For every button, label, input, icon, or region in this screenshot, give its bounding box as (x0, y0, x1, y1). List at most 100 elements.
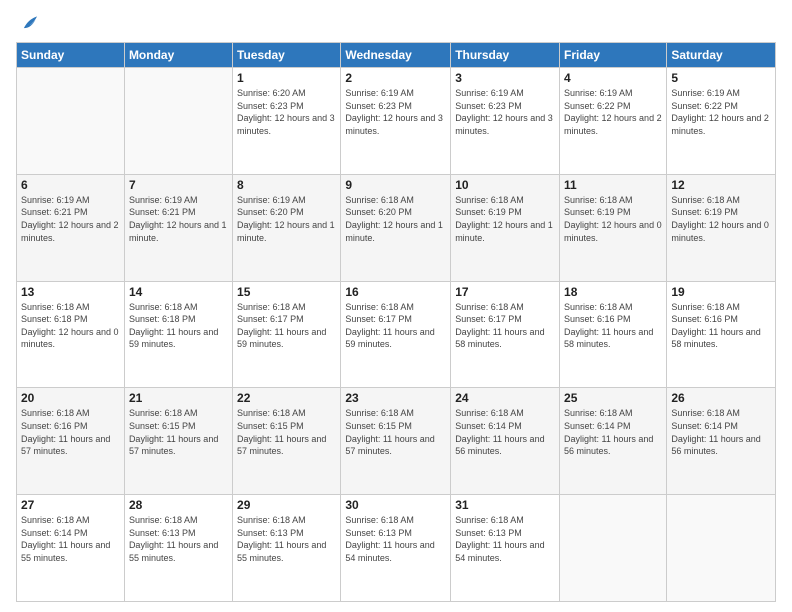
calendar-cell: 16 Sunrise: 6:18 AMSunset: 6:17 PMDayligh… (341, 281, 451, 388)
day-number: 16 (345, 285, 446, 299)
calendar-cell: 29 Sunrise: 6:18 AMSunset: 6:13 PMDayligh… (233, 495, 341, 602)
weekday-saturday: Saturday (667, 43, 776, 68)
calendar-cell: 1 Sunrise: 6:20 AMSunset: 6:23 PMDaylight… (233, 68, 341, 175)
day-number: 6 (21, 178, 120, 192)
week-row-4: 20 Sunrise: 6:18 AMSunset: 6:16 PMDayligh… (17, 388, 776, 495)
day-info: Sunrise: 6:18 AMSunset: 6:14 PMDaylight:… (455, 407, 555, 457)
day-info: Sunrise: 6:18 AMSunset: 6:13 PMDaylight:… (345, 514, 446, 564)
day-info: Sunrise: 6:18 AMSunset: 6:18 PMDaylight:… (21, 301, 120, 351)
calendar-cell: 10 Sunrise: 6:18 AMSunset: 6:19 PMDayligh… (451, 174, 560, 281)
calendar-cell: 3 Sunrise: 6:19 AMSunset: 6:23 PMDaylight… (451, 68, 560, 175)
day-number: 12 (671, 178, 771, 192)
day-number: 10 (455, 178, 555, 192)
calendar-cell: 19Sunrise: 6:18 AMSunset: 6:16 PMDayligh… (667, 281, 776, 388)
day-number: 9 (345, 178, 446, 192)
calendar-cell: 18 Sunrise: 6:18 AMSunset: 6:16 PMDayligh… (560, 281, 667, 388)
day-number: 17 (455, 285, 555, 299)
calendar-cell: 13 Sunrise: 6:18 AMSunset: 6:18 PMDayligh… (17, 281, 125, 388)
day-number: 11 (564, 178, 662, 192)
calendar-cell (124, 68, 232, 175)
day-info: Sunrise: 6:19 AMSunset: 6:21 PMDaylight:… (21, 194, 120, 244)
day-number: 18 (564, 285, 662, 299)
weekday-friday: Friday (560, 43, 667, 68)
calendar-cell: 27 Sunrise: 6:18 AMSunset: 6:14 PMDayligh… (17, 495, 125, 602)
logo (16, 12, 40, 34)
day-info: Sunrise: 6:18 AMSunset: 6:17 PMDaylight:… (345, 301, 446, 351)
day-info: Sunrise: 6:18 AMSunset: 6:13 PMDaylight:… (129, 514, 228, 564)
day-info: Sunrise: 6:19 AMSunset: 6:21 PMDaylight:… (129, 194, 228, 244)
day-info: Sunrise: 6:18 AMSunset: 6:16 PMDaylight:… (564, 301, 662, 351)
calendar-cell: 2Sunrise: 6:19 AMSunset: 6:23 PMDaylight… (341, 68, 451, 175)
day-info: Sunrise: 6:19 AMSunset: 6:20 PMDaylight:… (237, 194, 336, 244)
calendar-cell: 9 Sunrise: 6:18 AMSunset: 6:20 PMDaylight… (341, 174, 451, 281)
day-number: 7 (129, 178, 228, 192)
day-info: Sunrise: 6:18 AMSunset: 6:19 PMDaylight:… (671, 194, 771, 244)
day-number: 1 (237, 71, 336, 85)
calendar-cell: 11 Sunrise: 6:18 AMSunset: 6:19 PMDayligh… (560, 174, 667, 281)
calendar-cell (17, 68, 125, 175)
day-number: 22 (237, 391, 336, 405)
day-info: Sunrise: 6:19 AMSunset: 6:23 PMDaylight:… (455, 87, 555, 137)
weekday-header-row: SundayMondayTuesdayWednesdayThursdayFrid… (17, 43, 776, 68)
day-number: 13 (21, 285, 120, 299)
day-number: 27 (21, 498, 120, 512)
day-number: 23 (345, 391, 446, 405)
day-info: Sunrise: 6:18 AMSunset: 6:15 PMDaylight:… (237, 407, 336, 457)
header (16, 12, 776, 34)
day-number: 28 (129, 498, 228, 512)
calendar-cell: 23 Sunrise: 6:18 AMSunset: 6:15 PMDayligh… (341, 388, 451, 495)
page: SundayMondayTuesdayWednesdayThursdayFrid… (0, 0, 792, 612)
day-number: 3 (455, 71, 555, 85)
calendar-cell: 30Sunrise: 6:18 AMSunset: 6:13 PMDayligh… (341, 495, 451, 602)
day-info: Sunrise: 6:18 AMSunset: 6:14 PMDaylight:… (564, 407, 662, 457)
day-info: Sunrise: 6:18 AMSunset: 6:14 PMDaylight:… (671, 407, 771, 457)
week-row-1: 1 Sunrise: 6:20 AMSunset: 6:23 PMDaylight… (17, 68, 776, 175)
day-info: Sunrise: 6:18 AMSunset: 6:16 PMDaylight:… (21, 407, 120, 457)
day-info: Sunrise: 6:18 AMSunset: 6:15 PMDaylight:… (345, 407, 446, 457)
day-number: 15 (237, 285, 336, 299)
calendar-cell: 20 Sunrise: 6:18 AMSunset: 6:16 PMDayligh… (17, 388, 125, 495)
calendar-cell: 31 Sunrise: 6:18 AMSunset: 6:13 PMDayligh… (451, 495, 560, 602)
day-number: 8 (237, 178, 336, 192)
calendar-cell (667, 495, 776, 602)
weekday-sunday: Sunday (17, 43, 125, 68)
calendar-cell (560, 495, 667, 602)
day-info: Sunrise: 6:18 AMSunset: 6:16 PMDaylight:… (671, 301, 771, 351)
day-info: Sunrise: 6:18 AMSunset: 6:18 PMDaylight:… (129, 301, 228, 351)
calendar-cell: 22 Sunrise: 6:18 AMSunset: 6:15 PMDayligh… (233, 388, 341, 495)
day-number: 29 (237, 498, 336, 512)
day-info: Sunrise: 6:18 AMSunset: 6:14 PMDaylight:… (21, 514, 120, 564)
weekday-wednesday: Wednesday (341, 43, 451, 68)
day-info: Sunrise: 6:18 AMSunset: 6:13 PMDaylight:… (237, 514, 336, 564)
weekday-monday: Monday (124, 43, 232, 68)
day-info: Sunrise: 6:18 AMSunset: 6:20 PMDaylight:… (345, 194, 446, 244)
day-number: 5 (671, 71, 771, 85)
day-info: Sunrise: 6:19 AMSunset: 6:22 PMDaylight:… (564, 87, 662, 137)
day-number: 25 (564, 391, 662, 405)
day-number: 20 (21, 391, 120, 405)
calendar-cell: 26 Sunrise: 6:18 AMSunset: 6:14 PMDayligh… (667, 388, 776, 495)
day-info: Sunrise: 6:18 AMSunset: 6:19 PMDaylight:… (455, 194, 555, 244)
calendar-cell: 6 Sunrise: 6:19 AMSunset: 6:21 PMDaylight… (17, 174, 125, 281)
week-row-2: 6 Sunrise: 6:19 AMSunset: 6:21 PMDaylight… (17, 174, 776, 281)
week-row-3: 13 Sunrise: 6:18 AMSunset: 6:18 PMDayligh… (17, 281, 776, 388)
day-info: Sunrise: 6:19 AMSunset: 6:22 PMDaylight:… (671, 87, 771, 137)
day-info: Sunrise: 6:18 AMSunset: 6:19 PMDaylight:… (564, 194, 662, 244)
calendar-cell: 12 Sunrise: 6:18 AMSunset: 6:19 PMDayligh… (667, 174, 776, 281)
weekday-tuesday: Tuesday (233, 43, 341, 68)
calendar-cell: 15 Sunrise: 6:18 AMSunset: 6:17 PMDayligh… (233, 281, 341, 388)
day-number: 26 (671, 391, 771, 405)
calendar-cell: 5 Sunrise: 6:19 AMSunset: 6:22 PMDaylight… (667, 68, 776, 175)
calendar-cell: 21Sunrise: 6:18 AMSunset: 6:15 PMDayligh… (124, 388, 232, 495)
day-number: 31 (455, 498, 555, 512)
calendar-cell: 17Sunrise: 6:18 AMSunset: 6:17 PMDayligh… (451, 281, 560, 388)
calendar-cell: 14Sunrise: 6:18 AMSunset: 6:18 PMDayligh… (124, 281, 232, 388)
day-info: Sunrise: 6:18 AMSunset: 6:17 PMDaylight:… (237, 301, 336, 351)
calendar-cell: 25 Sunrise: 6:18 AMSunset: 6:14 PMDayligh… (560, 388, 667, 495)
weekday-thursday: Thursday (451, 43, 560, 68)
day-info: Sunrise: 6:18 AMSunset: 6:15 PMDaylight:… (129, 407, 228, 457)
day-info: Sunrise: 6:20 AMSunset: 6:23 PMDaylight:… (237, 87, 336, 137)
week-row-5: 27 Sunrise: 6:18 AMSunset: 6:14 PMDayligh… (17, 495, 776, 602)
day-info: Sunrise: 6:18 AMSunset: 6:13 PMDaylight:… (455, 514, 555, 564)
calendar-cell: 8 Sunrise: 6:19 AMSunset: 6:20 PMDaylight… (233, 174, 341, 281)
